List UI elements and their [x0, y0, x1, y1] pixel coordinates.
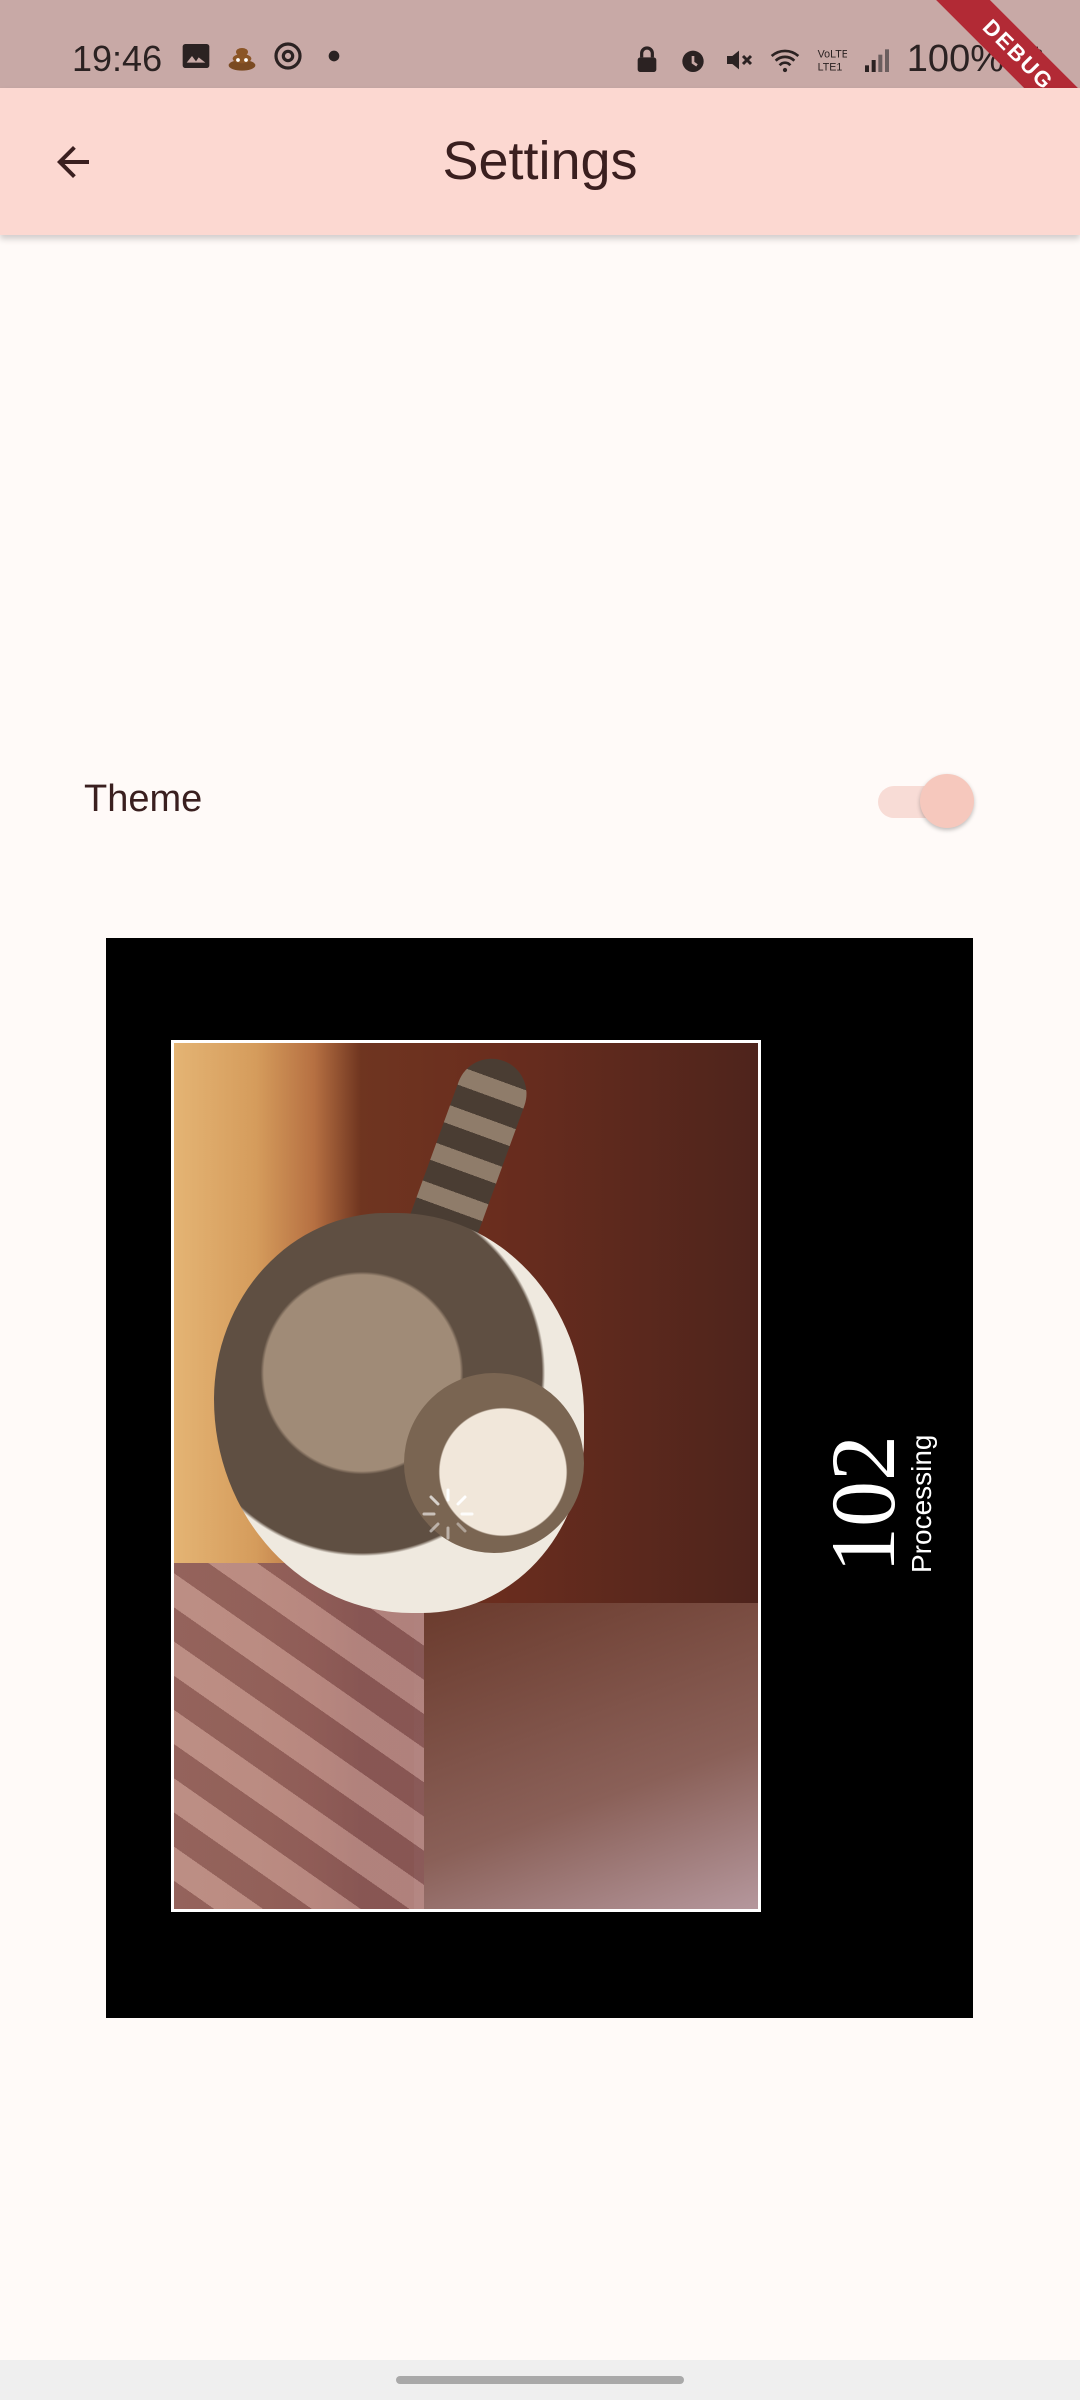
- app-bar: Settings: [0, 88, 1080, 235]
- poop-emoji-icon: [228, 48, 256, 71]
- status-left-icons: [180, 40, 350, 72]
- poster-caption-text: Processing: [906, 1434, 937, 1573]
- alarm-icon: [682, 50, 704, 72]
- theme-toggle[interactable]: [874, 770, 974, 830]
- poster-image: 102 Processing: [106, 938, 973, 2018]
- at-icon: [274, 42, 302, 70]
- photo-floor: [414, 1603, 758, 1909]
- svg-text:VoLTE: VoLTE: [817, 48, 846, 60]
- mute-icon: [726, 50, 752, 69]
- theme-label: Theme: [84, 778, 203, 820]
- volte-icon: VoLTELTE1: [817, 48, 846, 73]
- image-icon: [182, 44, 210, 68]
- poster-caption: 102 Processing: [766, 1343, 966, 1603]
- wifi-icon: [770, 49, 800, 72]
- signal-icon: [864, 48, 889, 72]
- home-indicator[interactable]: [396, 2376, 684, 2384]
- dot-icon: [328, 50, 340, 62]
- status-time: 19:46: [72, 38, 163, 79]
- page-title: Settings: [442, 131, 638, 191]
- cat-photo: [171, 1040, 761, 1912]
- poster-number: 102: [812, 1435, 914, 1573]
- loading-spinner-icon: [422, 1488, 474, 1540]
- svg-text:LTE1: LTE1: [817, 61, 842, 73]
- theme-setting-row: Theme: [84, 770, 974, 830]
- lock-icon: [637, 45, 657, 72]
- photo-rug: [174, 1563, 424, 1909]
- navigation-bar: [0, 2360, 1080, 2400]
- toggle-thumb: [920, 774, 974, 828]
- status-bar: 19:46 VoLTE LTE1 100% DEBUG: [0, 0, 1080, 154]
